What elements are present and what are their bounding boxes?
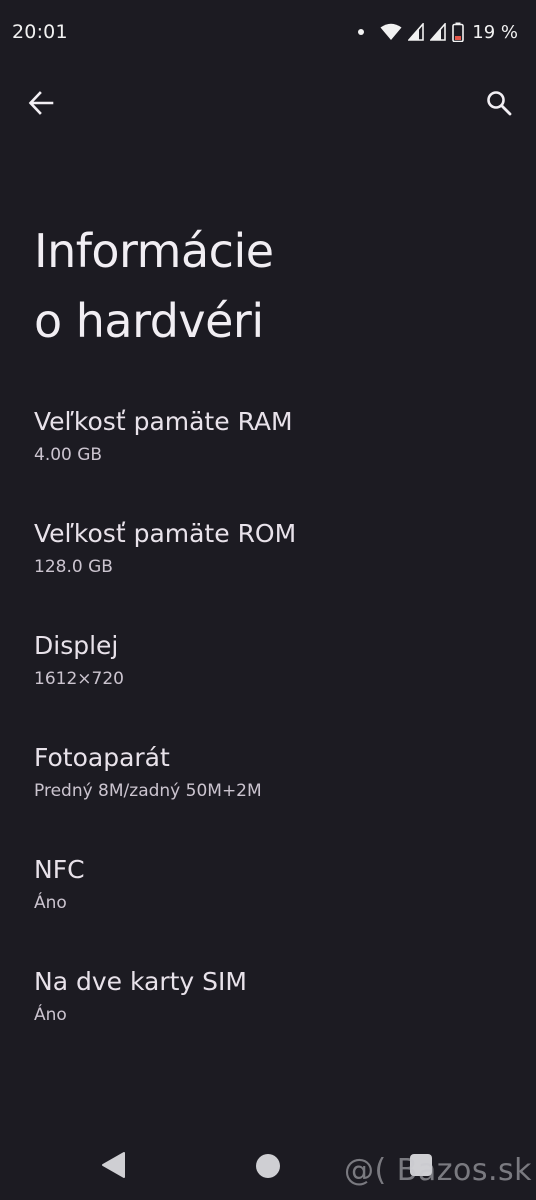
info-label: Fotoaparát xyxy=(34,743,170,772)
info-value: Áno xyxy=(34,893,67,913)
info-value: 4.00 GB xyxy=(34,445,103,465)
info-value: Áno xyxy=(34,1005,67,1025)
info-label: Na dve karty SIM xyxy=(34,967,247,996)
back-button[interactable] xyxy=(24,86,58,120)
info-item-dual-sim[interactable]: Na dve karty SIM Áno xyxy=(34,960,504,1072)
battery-percent: 19 % xyxy=(472,21,518,43)
arrow-left-icon xyxy=(28,91,54,115)
search-button[interactable] xyxy=(482,86,516,120)
info-label: NFC xyxy=(34,855,85,884)
watermark: @( Bazos.sk xyxy=(344,1153,532,1188)
status-bar: 20:01 19 % xyxy=(0,0,536,64)
search-icon xyxy=(487,91,512,116)
signal-icon xyxy=(408,23,425,41)
info-item-camera[interactable]: Fotoaparát Predný 8M/zadný 50M+2M xyxy=(34,736,504,848)
info-value: Predný 8M/zadný 50M+2M xyxy=(34,781,262,801)
info-label: Displej xyxy=(34,631,119,660)
nav-home-icon[interactable] xyxy=(256,1154,280,1178)
info-value: 128.0 GB xyxy=(34,557,113,577)
info-value: 1612×720 xyxy=(34,669,124,689)
notification-dot-icon xyxy=(358,29,365,35)
info-item-nfc[interactable]: NFC Áno xyxy=(34,848,504,960)
signal-icon xyxy=(430,23,447,41)
page-title: Informácie o hardvéri xyxy=(34,216,494,356)
nav-back-icon[interactable] xyxy=(100,1150,128,1180)
battery-icon xyxy=(452,22,465,42)
screen: 20:01 19 % Informácie o hardvéri Veľkosť… xyxy=(0,0,536,1200)
top-app-bar xyxy=(0,78,536,126)
page-title-line1: Informácie xyxy=(34,224,274,278)
info-item-rom[interactable]: Veľkosť pamäte ROM 128.0 GB xyxy=(34,512,504,624)
status-icons: 19 % xyxy=(358,22,518,43)
page-title-line2: o hardvéri xyxy=(34,294,264,348)
info-item-display[interactable]: Displej 1612×720 xyxy=(34,624,504,736)
status-time: 20:01 xyxy=(12,21,68,43)
info-item-ram[interactable]: Veľkosť pamäte RAM 4.00 GB xyxy=(34,400,504,512)
hardware-info-list: Veľkosť pamäte RAM 4.00 GB Veľkosť pamät… xyxy=(34,400,504,1072)
wifi-icon xyxy=(380,23,402,40)
info-label: Veľkosť pamäte ROM xyxy=(34,519,297,548)
info-label: Veľkosť pamäte RAM xyxy=(34,407,293,436)
